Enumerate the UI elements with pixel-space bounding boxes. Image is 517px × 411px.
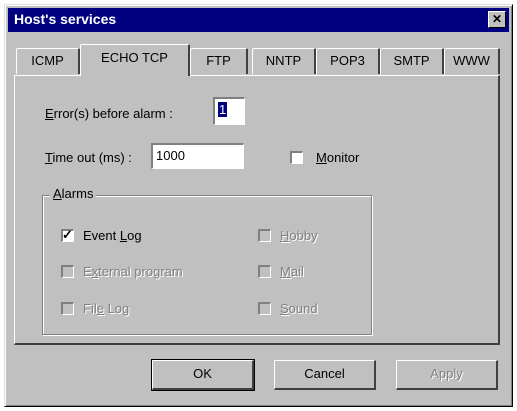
close-button[interactable]: ✕ [488,11,506,28]
tab-echo-tcp[interactable]: ECHO TCP [80,44,190,76]
checkmark-icon: ✓ [62,227,73,242]
tab-pop3[interactable]: POP3 [316,48,380,74]
tab-ftp[interactable]: FTP [190,48,248,74]
cancel-label: Cancel [304,366,345,381]
mail-label: Mail [280,264,304,279]
errors-value: 1 [218,102,228,117]
external-program-checkbox [61,265,74,278]
tab-label: SMTP [393,53,430,68]
timeout-label: Time out (ms) : [45,150,132,165]
tab-smtp[interactable]: SMTP [380,48,444,74]
event-log-checkbox[interactable]: ✓ [61,227,74,242]
event-log-label: Event Log [83,228,142,243]
ok-button[interactable]: OK [151,359,255,391]
sound-label: Sound [280,301,318,316]
file-log-label: File Log [83,301,130,316]
window-title: Host's services [14,11,117,27]
tab-icmp[interactable]: ICMP [16,48,80,74]
timeout-value: 1000 [156,148,185,163]
timeout-input[interactable]: 1000 [151,143,244,169]
errors-before-alarm-label: Error(s) before alarm : [45,106,173,121]
apply-button: Apply [396,360,498,390]
external-program-label: External program [83,264,183,279]
cancel-button[interactable]: Cancel [274,360,376,390]
title-bar[interactable]: Host's services ✕ [8,8,509,32]
tab-label: ECHO TCP [101,50,168,65]
tab-nntp[interactable]: NNTP [252,48,316,74]
tab-label: ICMP [31,53,64,68]
apply-label: Apply [430,366,463,381]
tab-label: FTP [206,53,231,68]
file-log-checkbox [61,302,74,315]
alarms-group-title: Alarms [50,186,97,201]
monitor-checkbox[interactable] [290,151,303,164]
ok-label: OK [193,366,212,381]
monitor-label: Monitor [316,150,360,165]
tab-label: WWW [453,53,490,68]
sound-checkbox [258,302,271,315]
hobby-checkbox [258,229,271,242]
tab-www[interactable]: WWW [444,48,500,74]
mail-checkbox [258,265,271,278]
close-icon: ✕ [491,12,503,26]
tab-label: POP3 [330,53,365,68]
hobby-label: Hobby [280,228,318,243]
errors-before-alarm-input[interactable]: 1 [213,97,245,125]
tab-label: NNTP [265,53,302,68]
